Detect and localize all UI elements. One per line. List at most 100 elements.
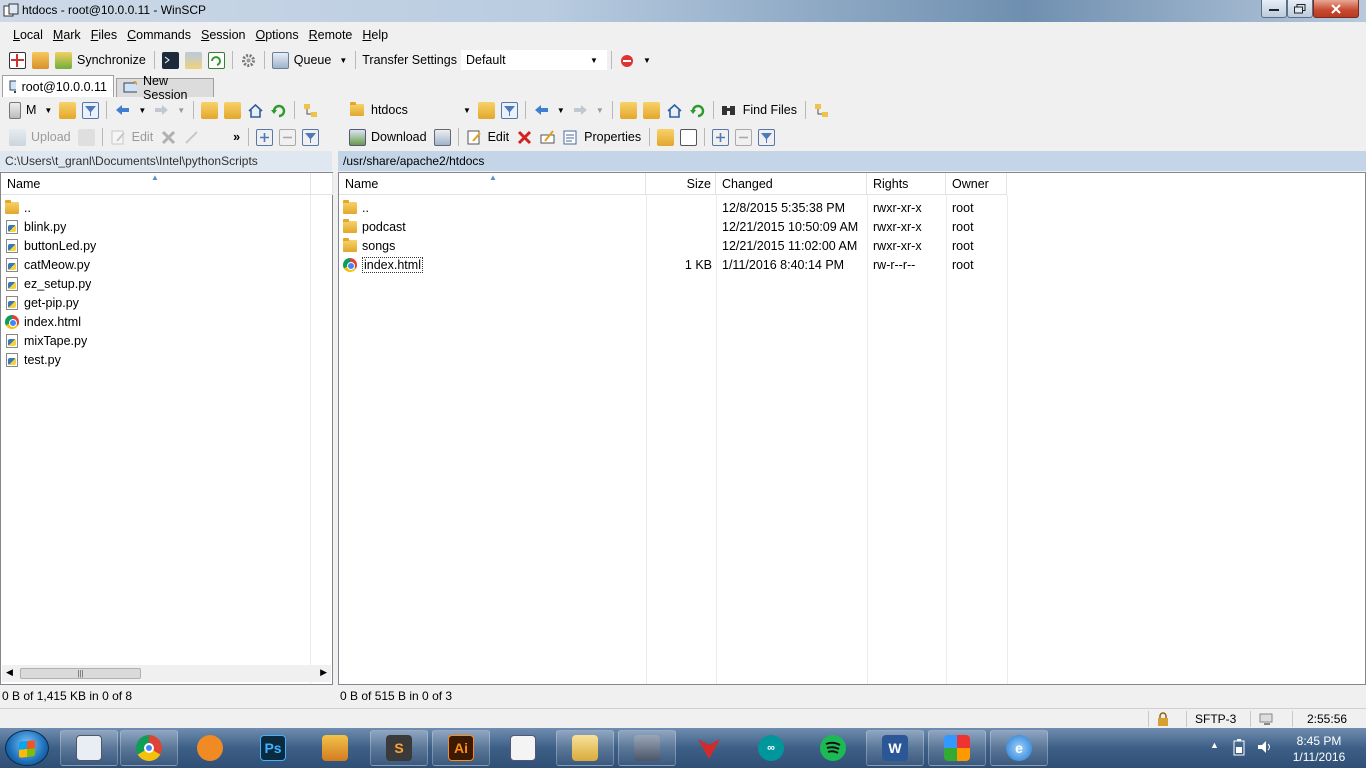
- select-filter-icon[interactable]: [758, 128, 776, 146]
- taskbar-app-sublime[interactable]: S: [370, 730, 428, 766]
- edit-icon[interactable]: [466, 129, 483, 146]
- synchronize-icon[interactable]: [55, 51, 72, 69]
- taskbar-app-capture[interactable]: [181, 730, 239, 766]
- forward-dropdown-icon[interactable]: ▼: [177, 106, 185, 115]
- column-header-rights[interactable]: Rights: [867, 173, 946, 195]
- compare-directories-icon[interactable]: [9, 51, 26, 69]
- queue-button[interactable]: Queue: [294, 53, 332, 67]
- local-file-list[interactable]: Name ▲ .. blink.py buttonLed.py catMeow.…: [0, 172, 333, 685]
- menu-files[interactable]: Files: [86, 28, 122, 42]
- table-row[interactable]: podcast 12/21/2015 10:50:09 AM rwxr-xr-x…: [339, 217, 1007, 236]
- refresh-icon[interactable]: [270, 102, 287, 119]
- properties-button[interactable]: Properties: [584, 130, 641, 144]
- synchronize-button[interactable]: Synchronize: [77, 53, 146, 67]
- remote-path-bar[interactable]: /usr/share/apache2/htdocs: [338, 151, 1366, 171]
- transfer-settings-select[interactable]: Default ▼: [460, 50, 607, 70]
- back-dropdown-icon[interactable]: ▼: [557, 106, 565, 115]
- menu-help[interactable]: Help: [357, 28, 393, 42]
- parent-directory-icon[interactable]: [619, 101, 637, 119]
- upload-options-icon[interactable]: [77, 128, 95, 146]
- tree-view-icon[interactable]: [302, 102, 319, 119]
- scroll-left-icon[interactable]: ◀: [6, 667, 13, 678]
- taskbar-app-folder[interactable]: [306, 730, 364, 766]
- refresh-window-icon[interactable]: [207, 51, 225, 69]
- minimize-button[interactable]: [1261, 0, 1287, 18]
- rename-icon[interactable]: [183, 129, 200, 146]
- console-icon[interactable]: [161, 51, 179, 69]
- maximize-button[interactable]: [1287, 0, 1313, 18]
- taskbar-app-avg[interactable]: [928, 730, 986, 766]
- taskbar-app-vector[interactable]: [680, 730, 738, 766]
- upload-button[interactable]: Upload: [31, 130, 71, 144]
- tree-view-icon[interactable]: [813, 102, 830, 119]
- edit-icon[interactable]: [110, 129, 127, 146]
- session-connect-icon[interactable]: [619, 52, 636, 69]
- menu-mark[interactable]: Mark: [48, 28, 86, 42]
- column-header-changed[interactable]: Changed: [716, 173, 867, 195]
- queue-dropdown-icon[interactable]: ▼: [339, 56, 347, 65]
- download-options-icon[interactable]: [433, 128, 451, 146]
- upload-icon[interactable]: [9, 128, 26, 146]
- synchronize-browsing-icon[interactable]: [32, 51, 49, 69]
- taskbar-app-winscp[interactable]: [60, 730, 118, 766]
- root-directory-icon[interactable]: [642, 101, 660, 119]
- column-header-name[interactable]: Name ▲: [339, 173, 646, 195]
- taskbar-app-ie[interactable]: e: [990, 730, 1048, 766]
- horizontal-scrollbar[interactable]: ◀ ||| ▶: [2, 665, 331, 682]
- forward-arrow-icon[interactable]: [572, 102, 589, 119]
- list-item[interactable]: buttonLed.py: [1, 236, 96, 255]
- select-minus-icon[interactable]: [279, 128, 297, 146]
- menu-session[interactable]: Session: [196, 28, 250, 42]
- queue-icon[interactable]: [271, 51, 289, 69]
- edit-button[interactable]: Edit: [488, 130, 510, 144]
- remote-directory-select[interactable]: htdocs: [371, 103, 455, 117]
- list-item[interactable]: index.html: [1, 312, 81, 331]
- list-item[interactable]: blink.py: [1, 217, 66, 236]
- filter-icon[interactable]: [500, 101, 518, 119]
- chevron-down-icon[interactable]: ▼: [463, 106, 471, 115]
- taskbar-app-explorer[interactable]: [556, 730, 614, 766]
- parent-directory-icon[interactable]: [201, 101, 219, 119]
- select-plus-icon[interactable]: [256, 128, 274, 146]
- menu-local[interactable]: Local: [8, 28, 48, 42]
- remote-file-list[interactable]: Name ▲ Size Changed Rights Owner .. 12/8…: [338, 172, 1366, 685]
- start-button[interactable]: [5, 730, 49, 766]
- back-arrow-icon[interactable]: [533, 102, 550, 119]
- home-icon[interactable]: [247, 102, 264, 119]
- refresh-icon[interactable]: [689, 102, 706, 119]
- forward-arrow-icon[interactable]: [153, 102, 170, 119]
- new-folder-icon[interactable]: [657, 128, 675, 146]
- find-files-button[interactable]: Find Files: [743, 103, 797, 117]
- download-icon[interactable]: [349, 128, 366, 146]
- home-icon[interactable]: [666, 102, 683, 119]
- find-files-icon[interactable]: [721, 102, 738, 119]
- column-header-size[interactable]: Size: [646, 173, 716, 195]
- delete-icon[interactable]: [516, 129, 533, 146]
- forward-dropdown-icon[interactable]: ▼: [596, 106, 604, 115]
- edit-button[interactable]: Edit: [132, 130, 154, 144]
- taskbar-clock[interactable]: 8:45 PM 1/11/2016: [1278, 733, 1360, 765]
- drive-select[interactable]: M: [26, 103, 36, 117]
- volume-icon[interactable]: [1256, 738, 1274, 759]
- select-minus-icon[interactable]: [735, 128, 753, 146]
- close-button[interactable]: [1313, 0, 1359, 18]
- new-file-icon[interactable]: [680, 128, 698, 146]
- menu-commands[interactable]: Commands: [122, 28, 196, 42]
- list-item[interactable]: get-pip.py: [1, 293, 79, 312]
- properties-icon[interactable]: [562, 129, 579, 146]
- menu-options[interactable]: Options: [251, 28, 304, 42]
- list-item[interactable]: catMeow.py: [1, 255, 90, 274]
- tab-root-session[interactable]: root@10.0.0.11: [2, 75, 114, 97]
- filter-icon[interactable]: [82, 101, 100, 119]
- list-item[interactable]: ez_setup.py: [1, 274, 91, 293]
- putty-icon[interactable]: [184, 51, 202, 69]
- table-row[interactable]: .. 12/8/2015 5:35:38 PM rwxr-xr-x root: [339, 198, 1007, 217]
- tab-new-session[interactable]: New Session: [116, 74, 214, 102]
- taskbar-app-arduino[interactable]: ∞: [742, 730, 800, 766]
- chevron-down-icon[interactable]: ▼: [44, 106, 52, 115]
- table-row[interactable]: index.html 1 KB 1/11/2016 8:40:14 PM rw-…: [339, 255, 1007, 274]
- session-dropdown-icon[interactable]: ▼: [643, 56, 651, 65]
- battery-icon[interactable]: [1232, 738, 1246, 759]
- rename-icon[interactable]: [539, 129, 556, 146]
- list-item[interactable]: test.py: [1, 350, 61, 369]
